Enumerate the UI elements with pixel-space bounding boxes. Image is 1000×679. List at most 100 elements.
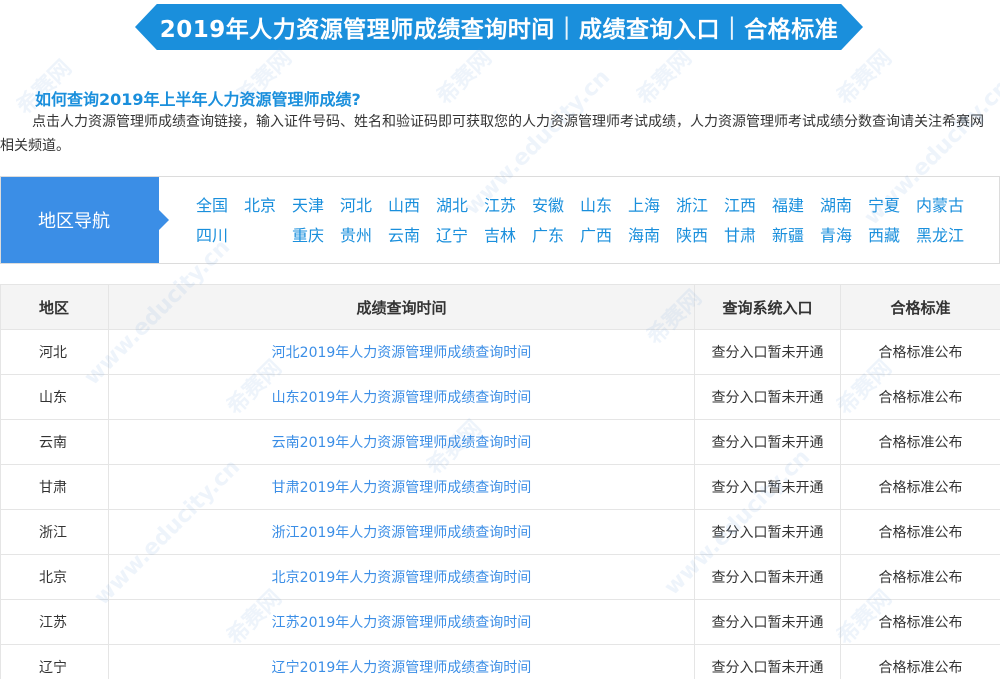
region-nav-links: 全国 北京 天津 河北 山西 湖北 江苏 安徽 山东 上海 浙江 江西 福建 湖… xyxy=(188,194,988,254)
table-row: 辽宁 辽宁2019年人力资源管理师成绩查询时间 查分入口暂未开通 合格标准公布 xyxy=(0,644,1000,679)
row-query-time: 山东2019年人力资源管理师成绩查询时间 xyxy=(108,374,695,420)
region-link-yunnan[interactable]: 云南 xyxy=(380,224,428,254)
region-link-liaoning[interactable]: 辽宁 xyxy=(428,224,476,254)
query-time-link[interactable]: 甘肃2019年人力资源管理师成绩查询时间 xyxy=(272,480,532,496)
table-row: 甘肃 甘肃2019年人力资源管理师成绩查询时间 查分入口暂未开通 合格标准公布 xyxy=(0,464,1000,510)
row-query-entry: 查分入口暂未开通 xyxy=(694,329,841,375)
query-time-link[interactable]: 山东2019年人力资源管理师成绩查询时间 xyxy=(272,390,532,406)
region-link-hubei[interactable]: 湖北 xyxy=(428,194,476,224)
region-link-xinjiang[interactable]: 新疆 xyxy=(764,224,812,254)
region-nav-row-2: 四川 重庆 贵州 云南 辽宁 吉林 广东 广西 海南 陕西 甘肃 新疆 青海 西… xyxy=(188,224,988,254)
table-row: 北京 北京2019年人力资源管理师成绩查询时间 查分入口暂未开通 合格标准公布 xyxy=(0,554,1000,600)
region-link-jilin[interactable]: 吉林 xyxy=(476,224,524,254)
row-pass-standard: 合格标准公布 xyxy=(840,464,1000,510)
row-query-time: 江苏2019年人力资源管理师成绩查询时间 xyxy=(108,599,695,645)
region-link-gansu[interactable]: 甘肃 xyxy=(716,224,764,254)
region-link-sichuan[interactable]: 四川 xyxy=(188,224,236,254)
row-query-time: 河北2019年人力资源管理师成绩查询时间 xyxy=(108,329,695,375)
region-nav: 地区导航 全国 北京 天津 河北 山西 湖北 江苏 安徽 山东 上海 浙江 江西… xyxy=(0,176,1000,264)
query-time-link[interactable]: 云南2019年人力资源管理师成绩查询时间 xyxy=(272,435,532,451)
row-region: 甘肃 xyxy=(0,464,109,510)
row-pass-standard: 合格标准公布 xyxy=(840,599,1000,645)
region-link-anhui[interactable]: 安徽 xyxy=(524,194,572,224)
row-pass-standard: 合格标准公布 xyxy=(840,374,1000,420)
region-link-empty-slot xyxy=(236,224,284,254)
table-header-row: 地区 成绩查询时间 查询系统入口 合格标准 xyxy=(0,284,1000,330)
region-link-quanguo[interactable]: 全国 xyxy=(188,194,236,224)
region-link-xizang[interactable]: 西藏 xyxy=(860,224,908,254)
row-query-entry: 查分入口暂未开通 xyxy=(694,644,841,679)
region-link-guizhou[interactable]: 贵州 xyxy=(332,224,380,254)
score-query-table: 地区 成绩查询时间 查询系统入口 合格标准 河北 河北2019年人力资源管理师成… xyxy=(0,284,1000,679)
row-query-time: 云南2019年人力资源管理师成绩查询时间 xyxy=(108,419,695,465)
query-time-link[interactable]: 河北2019年人力资源管理师成绩查询时间 xyxy=(272,345,532,361)
row-query-time: 北京2019年人力资源管理师成绩查询时间 xyxy=(108,554,695,600)
region-link-guangdong[interactable]: 广东 xyxy=(524,224,572,254)
row-region: 山东 xyxy=(0,374,109,420)
banner-separator: | xyxy=(728,14,737,40)
table-row: 江苏 江苏2019年人力资源管理师成绩查询时间 查分入口暂未开通 合格标准公布 xyxy=(0,599,1000,645)
region-link-neimenggu[interactable]: 内蒙古 xyxy=(908,194,972,224)
row-pass-standard: 合格标准公布 xyxy=(840,419,1000,465)
region-link-shandong[interactable]: 山东 xyxy=(572,194,620,224)
region-link-jiangsu[interactable]: 江苏 xyxy=(476,194,524,224)
row-region: 河北 xyxy=(0,329,109,375)
region-link-guangxi[interactable]: 广西 xyxy=(572,224,620,254)
row-query-entry: 查分入口暂未开通 xyxy=(694,509,841,555)
region-link-shanghai[interactable]: 上海 xyxy=(620,194,668,224)
region-link-shaanxi[interactable]: 陕西 xyxy=(668,224,716,254)
table-row: 山东 山东2019年人力资源管理师成绩查询时间 查分入口暂未开通 合格标准公布 xyxy=(0,374,1000,420)
banner-title-part3: 合格标准 xyxy=(744,17,839,43)
banner-separator: | xyxy=(562,14,571,40)
row-query-time: 浙江2019年人力资源管理师成绩查询时间 xyxy=(108,509,695,555)
row-query-entry: 查分入口暂未开通 xyxy=(694,374,841,420)
region-link-zhejiang[interactable]: 浙江 xyxy=(668,194,716,224)
table-row: 浙江 浙江2019年人力资源管理师成绩查询时间 查分入口暂未开通 合格标准公布 xyxy=(0,509,1000,555)
region-link-heilongjiang[interactable]: 黑龙江 xyxy=(908,224,972,254)
table-row: 云南 云南2019年人力资源管理师成绩查询时间 查分入口暂未开通 合格标准公布 xyxy=(0,419,1000,465)
region-nav-title: 地区导航 xyxy=(1,177,169,263)
query-question-heading: 如何查询2019年上半年人力资源管理师成绩? xyxy=(35,90,361,109)
row-query-entry: 查分入口暂未开通 xyxy=(694,419,841,465)
region-link-fujian[interactable]: 福建 xyxy=(764,194,812,224)
table-row: 河北 河北2019年人力资源管理师成绩查询时间 查分入口暂未开通 合格标准公布 xyxy=(0,329,1000,375)
region-link-ningxia[interactable]: 宁夏 xyxy=(860,194,908,224)
query-time-link[interactable]: 北京2019年人力资源管理师成绩查询时间 xyxy=(272,570,532,586)
row-query-time: 辽宁2019年人力资源管理师成绩查询时间 xyxy=(108,644,695,679)
intro-paragraph: 点击人力资源管理师成绩查询链接，输入证件号码、姓名和验证码即可获取您的人力资源管… xyxy=(0,114,984,154)
header-banner: 2019年人力资源管理师成绩查询时间 | 成绩查询入口 | 合格标准 xyxy=(0,0,1000,60)
header-region: 地区 xyxy=(0,284,109,330)
region-link-hebei[interactable]: 河北 xyxy=(332,194,380,224)
row-query-entry: 查分入口暂未开通 xyxy=(694,464,841,510)
row-region: 江苏 xyxy=(0,599,109,645)
row-pass-standard: 合格标准公布 xyxy=(840,554,1000,600)
region-link-hunan[interactable]: 湖南 xyxy=(812,194,860,224)
row-region: 云南 xyxy=(0,419,109,465)
region-nav-row-1: 全国 北京 天津 河北 山西 湖北 江苏 安徽 山东 上海 浙江 江西 福建 湖… xyxy=(188,194,988,224)
row-pass-standard: 合格标准公布 xyxy=(840,329,1000,375)
region-link-qinghai[interactable]: 青海 xyxy=(812,224,860,254)
region-link-tianjin[interactable]: 天津 xyxy=(284,194,332,224)
banner-title-part1: 2019年人力资源管理师成绩查询时间 xyxy=(159,17,555,43)
row-query-entry: 查分入口暂未开通 xyxy=(694,599,841,645)
header-query-entry: 查询系统入口 xyxy=(694,284,841,330)
query-time-link[interactable]: 浙江2019年人力资源管理师成绩查询时间 xyxy=(272,525,532,541)
row-pass-standard: 合格标准公布 xyxy=(840,644,1000,679)
region-link-jiangxi[interactable]: 江西 xyxy=(716,194,764,224)
row-region: 浙江 xyxy=(0,509,109,555)
header-pass-standard: 合格标准 xyxy=(840,284,1000,330)
header-query-time: 成绩查询时间 xyxy=(108,284,695,330)
region-link-hainan[interactable]: 海南 xyxy=(620,224,668,254)
region-link-beijing[interactable]: 北京 xyxy=(236,194,284,224)
row-query-time: 甘肃2019年人力资源管理师成绩查询时间 xyxy=(108,464,695,510)
region-link-chongqing[interactable]: 重庆 xyxy=(284,224,332,254)
banner-title-part2: 成绩查询入口 xyxy=(579,17,720,43)
row-region: 北京 xyxy=(0,554,109,600)
row-region: 辽宁 xyxy=(0,644,109,679)
region-link-shanxi[interactable]: 山西 xyxy=(380,194,428,224)
row-pass-standard: 合格标准公布 xyxy=(840,509,1000,555)
banner-title: 2019年人力资源管理师成绩查询时间 | 成绩查询入口 | 合格标准 xyxy=(135,4,863,50)
row-query-entry: 查分入口暂未开通 xyxy=(694,554,841,600)
query-time-link[interactable]: 辽宁2019年人力资源管理师成绩查询时间 xyxy=(272,660,532,676)
query-time-link[interactable]: 江苏2019年人力资源管理师成绩查询时间 xyxy=(272,615,532,631)
